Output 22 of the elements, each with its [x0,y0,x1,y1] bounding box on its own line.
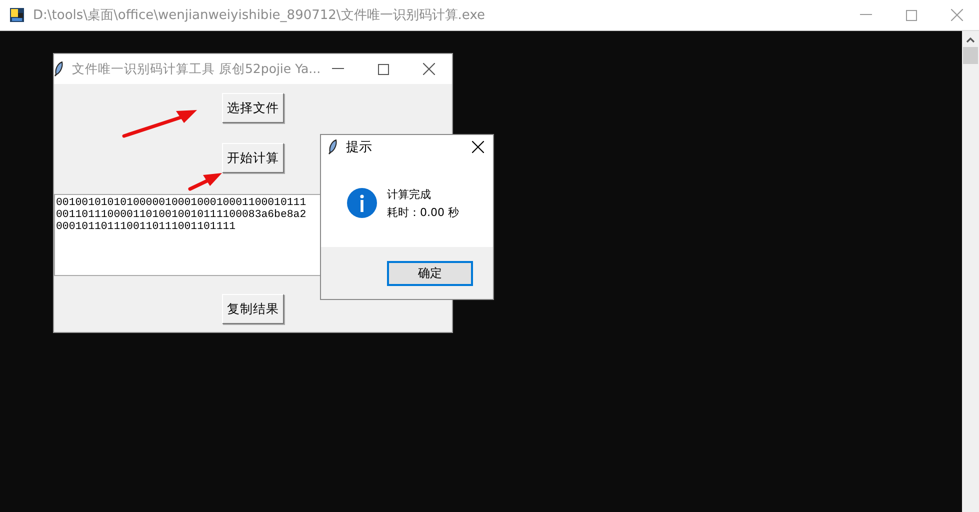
minimize-icon[interactable] [332,68,344,70]
scrollbar-thumb[interactable] [963,47,978,64]
dialog-title: 提示 [346,139,373,156]
console-app-icon [9,7,25,23]
select-file-button[interactable]: 选择文件 [222,93,284,123]
copy-result-button[interactable]: 复制结果 [222,294,284,324]
scrollbar[interactable] [962,31,979,512]
feather-icon [54,61,64,77]
close-icon[interactable] [472,141,484,153]
annotation-arrow [188,173,222,191]
output-line: 00110111000011010010010111100083a6be8a2 [56,209,306,221]
ok-button[interactable]: 确定 [387,260,473,286]
feather-icon [328,139,338,155]
output-line: 001001010101000001000100010001100010111 [56,197,306,209]
window-title: 文件唯一识别码计算工具 原创52pojie Ya... [72,60,322,78]
close-icon[interactable] [423,63,435,75]
scroll-up-icon[interactable] [966,37,975,43]
maximize-icon[interactable] [378,64,389,74]
info-icon [347,188,377,218]
window-title: D:\tools\桌面\office\wenjianweiyishibie_890712\文件唯一识别码计算.exe [33,7,486,24]
output-line: 0001011011100110111001101111 [56,221,236,233]
start-calc-button[interactable]: 开始计算 [222,143,284,173]
